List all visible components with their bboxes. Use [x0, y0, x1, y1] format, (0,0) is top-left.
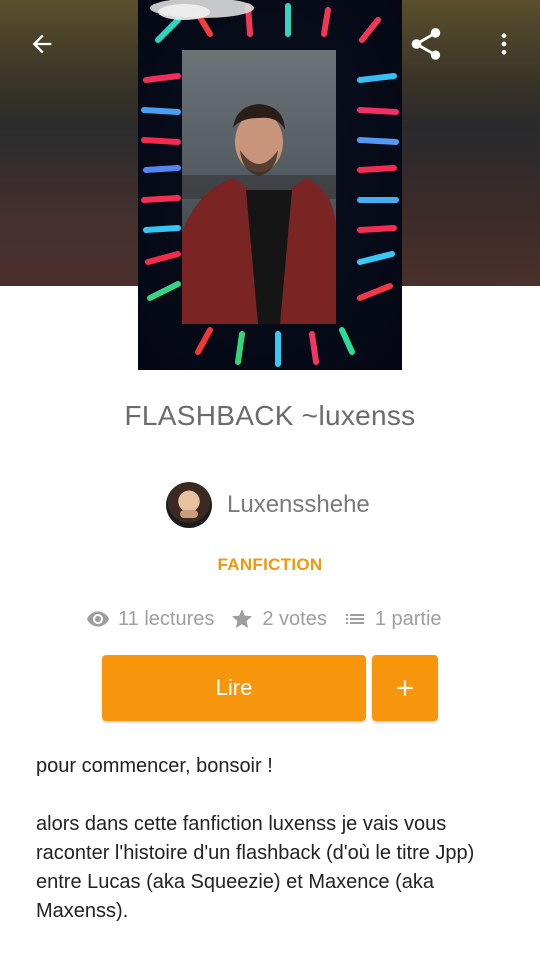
parts-count: 1 partie: [374, 607, 442, 630]
description-paragraph: pour commencer, bonsoir !: [36, 755, 273, 777]
category-tag[interactable]: FANFICTION: [0, 555, 540, 575]
back-button[interactable]: [18, 20, 66, 68]
read-button[interactable]: Lire: [102, 655, 366, 721]
parts-stat: 1 partie: [343, 607, 442, 631]
add-to-library-button[interactable]: [372, 655, 438, 721]
eye-icon: [87, 611, 109, 627]
star-icon: [232, 609, 253, 628]
author-name[interactable]: Luxensshehe: [227, 491, 370, 519]
app-bar: [0, 0, 540, 88]
story-stats: 11 lectures 2 votes 1 partie: [86, 604, 458, 634]
avatar[interactable]: [166, 482, 212, 528]
share-button[interactable]: [402, 20, 450, 68]
story-description: pour commencer, bonsoir ! alors dans cet…: [36, 752, 516, 955]
more-options-button[interactable]: [480, 20, 528, 68]
reads-stat: 11 lectures: [86, 607, 214, 631]
author-row[interactable]: Luxensshehe: [166, 482, 370, 528]
list-icon: [345, 614, 364, 624]
plus-icon: [397, 680, 413, 696]
share-icon: [411, 28, 441, 60]
more-vert-icon: [501, 33, 507, 55]
votes-count: 2 votes: [262, 607, 327, 630]
votes-stat: 2 votes: [230, 607, 327, 631]
story-title: FLASHBACK ~luxenss: [124, 400, 416, 431]
reads-count: 11 lectures: [118, 607, 215, 630]
description-paragraph: alors dans cette fanfiction luxenss je v…: [36, 813, 475, 922]
read-button-label: Lire: [215, 675, 253, 700]
arrow-left-icon: [32, 34, 52, 54]
